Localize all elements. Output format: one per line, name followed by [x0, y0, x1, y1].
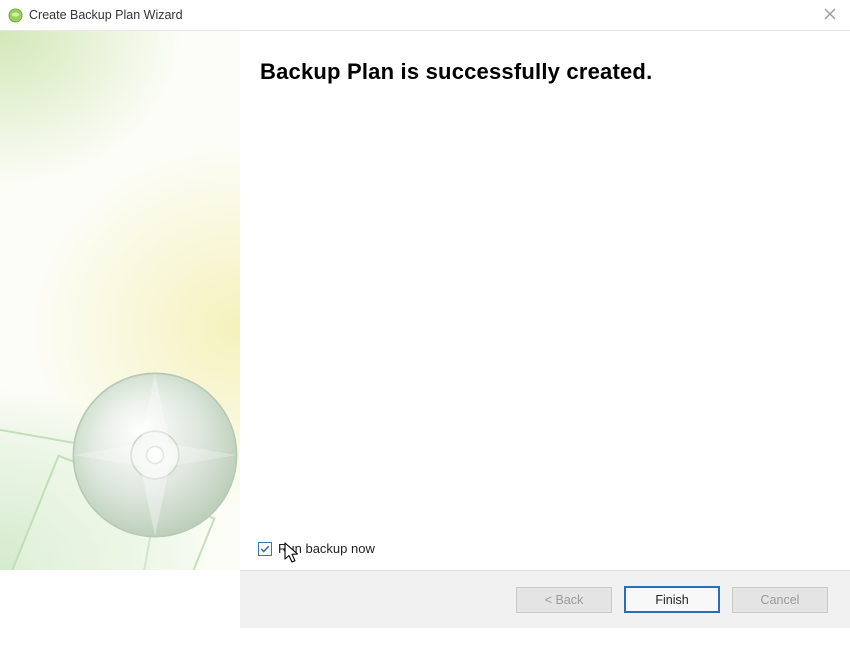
finish-button[interactable]: Finish: [624, 586, 720, 613]
titlebar: Create Backup Plan Wizard: [0, 0, 850, 30]
run-backup-label: Run backup now: [278, 541, 375, 556]
app-icon: [8, 8, 23, 23]
wizard-footer: < Back Finish Cancel: [240, 570, 850, 628]
wizard-body: Backup Plan is successfully created. Run…: [0, 30, 850, 570]
run-backup-row: Run backup now: [258, 541, 375, 556]
sidebar-image: [0, 31, 240, 570]
back-button: < Back: [516, 587, 612, 613]
run-backup-checkbox[interactable]: [258, 542, 272, 556]
disc-icon: [70, 370, 240, 540]
close-icon[interactable]: [820, 4, 840, 24]
window-title: Create Backup Plan Wizard: [29, 8, 183, 22]
cancel-button: Cancel: [732, 587, 828, 613]
page-heading: Backup Plan is successfully created.: [260, 59, 830, 85]
main-content: Backup Plan is successfully created. Run…: [240, 31, 850, 570]
